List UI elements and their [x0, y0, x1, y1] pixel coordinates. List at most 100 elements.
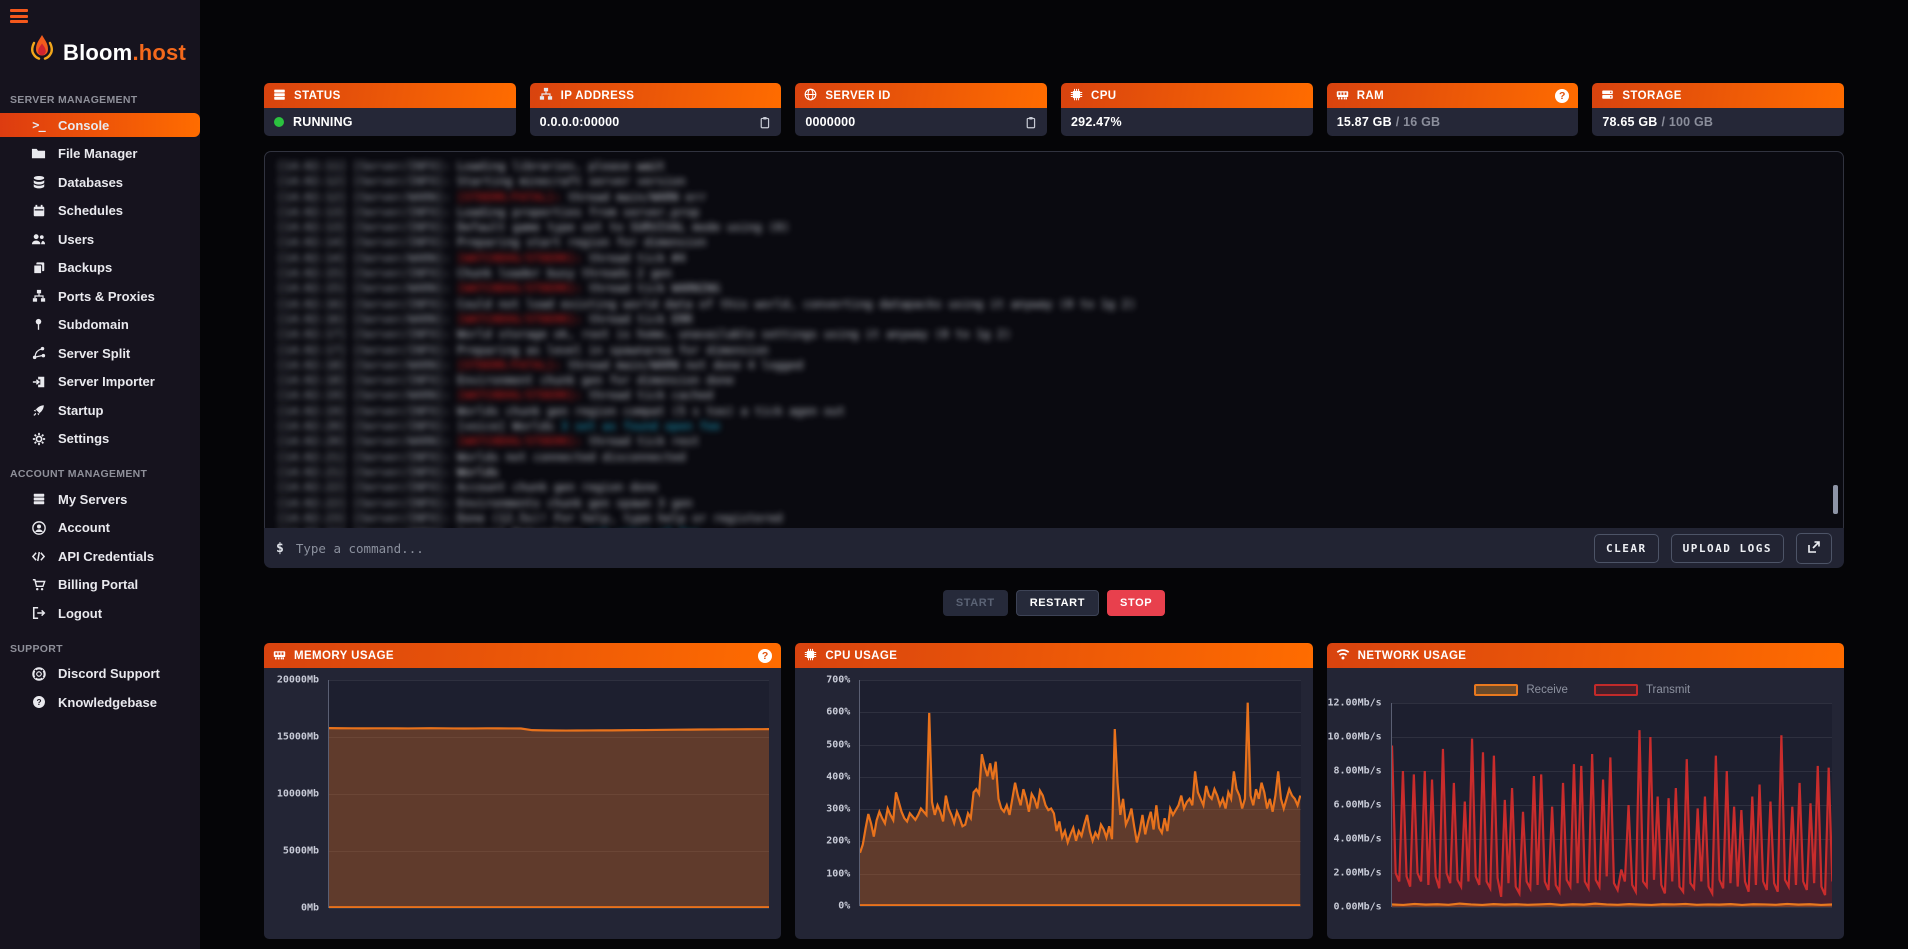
sidebar-item-ports-proxies[interactable]: Ports & Proxies	[0, 284, 200, 308]
card-value: 292.47%	[1061, 108, 1313, 136]
memory-usage-chart: MEMORY USAGE ? 20000Mb15000Mb10000Mb5000…	[264, 643, 781, 939]
sidebar-item-startup[interactable]: Startup	[0, 398, 200, 422]
copy-icon[interactable]	[1024, 116, 1037, 129]
clear-button[interactable]: CLEAR	[1594, 534, 1659, 563]
card-header: STORAGE	[1592, 83, 1844, 108]
card-value: 0.0.0.0:00000	[530, 108, 782, 136]
log-line: [14:02:20] [Server/INFO]: [voice] Worlds…	[277, 419, 1831, 434]
y-tick: 0Mb	[301, 903, 319, 914]
sidebar-item-file-manager[interactable]: File Manager	[0, 142, 200, 166]
network-icon	[539, 87, 553, 104]
y-tick: 2.00Mb/s	[1333, 868, 1381, 879]
y-tick: 4.00Mb/s	[1333, 833, 1381, 844]
console-panel: [14:02:11] [Server/INFO]: Loading librar…	[264, 151, 1844, 568]
sidebar-item-settings[interactable]: Settings	[0, 427, 200, 451]
svg-text:?: ?	[36, 697, 41, 707]
memory-help-icon[interactable]: ?	[758, 649, 772, 663]
import-icon	[30, 373, 47, 390]
log-line: [14:02:22] [Server/INFO]: Account chunk …	[277, 480, 1831, 495]
console-log[interactable]: [14:02:11] [Server/INFO]: Loading librar…	[264, 151, 1844, 528]
console-command-bar: $ CLEAR UPLOAD LOGS	[264, 528, 1844, 568]
database-icon	[30, 174, 47, 191]
y-tick: 12.00Mb/s	[1327, 698, 1381, 709]
terminal-icon: >_	[30, 117, 47, 134]
start-button[interactable]: START	[943, 590, 1008, 616]
card-cpu: CPU292.47%	[1061, 83, 1313, 136]
lifering-icon	[30, 665, 47, 682]
log-line: [14:02:18] [Server/INFO]: Environment ch…	[277, 373, 1831, 388]
y-tick: 10.00Mb/s	[1327, 731, 1381, 742]
legend-receive: Receive	[1474, 684, 1568, 696]
log-line: [14:02:14] [Server/WARN]: [WATCHDOG/STDE…	[277, 251, 1831, 266]
logout-icon	[30, 605, 47, 622]
sidebar-item-server-split[interactable]: Server Split	[0, 341, 200, 365]
card-ip-address: IP ADDRESS0.0.0.0:00000	[530, 83, 782, 136]
sidebar-item-api-credentials[interactable]: API Credentials	[0, 544, 200, 568]
card-ram: RAM?15.87 GB/ 16 GB	[1327, 83, 1579, 136]
y-tick: 6.00Mb/s	[1333, 800, 1381, 811]
y-tick: 8.00Mb/s	[1333, 765, 1381, 776]
sidebar-item-console[interactable]: >_Console	[0, 113, 200, 137]
user-icon	[30, 519, 47, 536]
sidebar-item-discord-support[interactable]: Discord Support	[0, 662, 200, 686]
log-line: [14:02:12] [Server/WARN]: [STDERR/FATAL]…	[277, 190, 1831, 205]
y-tick: 0.00Mb/s	[1333, 902, 1381, 913]
log-line: [14:02:18] [Server/WARN]: [STDERR/FATAL]…	[277, 358, 1831, 373]
y-tick: 300%	[826, 804, 850, 815]
y-tick: 400%	[826, 771, 850, 782]
brand-logo[interactable]: Bloom.host	[0, 0, 200, 81]
console-scrollbar[interactable]	[1833, 485, 1838, 514]
rocket-icon	[30, 402, 47, 419]
console-log-text: [14:02:11] [Server/INFO]: Loading librar…	[277, 159, 1831, 528]
sidebar-item-databases[interactable]: Databases	[0, 170, 200, 194]
chip-icon	[804, 648, 817, 664]
sidebar-item-logout[interactable]: Logout	[0, 601, 200, 625]
wifi-icon	[1336, 647, 1350, 664]
cart-icon	[30, 576, 47, 593]
sidebar-item-schedules[interactable]: Schedules	[0, 199, 200, 223]
split-icon	[30, 345, 47, 362]
card-header: RAM?	[1327, 83, 1579, 108]
log-line: [14:02:11] [Server/INFO]: Loading librar…	[277, 159, 1831, 174]
log-line: [14:02:15] [Server/INFO]: Chunk loader b…	[277, 266, 1831, 281]
drive-icon	[1601, 88, 1614, 104]
sidebar-item-users[interactable]: Users	[0, 227, 200, 251]
sidebar-item-my-servers[interactable]: My Servers	[0, 487, 200, 511]
globe-icon	[804, 88, 817, 104]
upload-logs-button[interactable]: UPLOAD LOGS	[1671, 534, 1784, 563]
question-icon: ?	[30, 694, 47, 711]
card-value: 78.65 GB/ 100 GB	[1592, 108, 1844, 136]
network-usage-chart: NETWORK USAGE Receive Transmit 12.00Mb/s…	[1327, 643, 1844, 939]
sidebar-item-account[interactable]: Account	[0, 516, 200, 540]
legend-transmit: Transmit	[1594, 684, 1690, 696]
log-line: [14:02:21] [Server/INFO]: Worlds	[277, 465, 1831, 480]
section-label: SUPPORT	[0, 630, 200, 662]
command-prompt: $	[276, 541, 284, 556]
command-input[interactable]	[296, 541, 1582, 556]
stop-button[interactable]: STOP	[1107, 590, 1165, 616]
sidebar-item-backups[interactable]: Backups	[0, 256, 200, 280]
y-tick: 200%	[826, 836, 850, 847]
sidebar-item-server-importer[interactable]: Server Importer	[0, 370, 200, 394]
sidebar-item-subdomain[interactable]: Subdomain	[0, 313, 200, 337]
copy-icon[interactable]	[758, 116, 771, 129]
sidebar-item-billing-portal[interactable]: Billing Portal	[0, 573, 200, 597]
card-storage: STORAGE78.65 GB/ 100 GB	[1592, 83, 1844, 136]
card-server-id: SERVER ID0000000	[795, 83, 1047, 136]
y-tick: 0%	[838, 901, 850, 912]
network-usage-plot: Receive Transmit 12.00Mb/s 10.00Mb/s 8.00M…	[1327, 668, 1844, 939]
restart-button[interactable]: RESTART	[1016, 590, 1099, 616]
gear-icon	[30, 430, 47, 447]
charts-row: MEMORY USAGE ? 20000Mb15000Mb10000Mb5000…	[264, 643, 1844, 939]
network-usage-header: NETWORK USAGE	[1327, 643, 1844, 668]
expand-console-button[interactable]	[1796, 533, 1832, 564]
log-line: [14:02:21] [Server/INFO]: Worlds not con…	[277, 450, 1831, 465]
log-line: [14:02:12] [Server/INFO]: Starting minec…	[277, 174, 1831, 189]
server-icon	[273, 88, 286, 104]
menu-toggle-icon[interactable]	[10, 9, 28, 23]
log-line: [14:02:14] [Server/INFO]: Preparing star…	[277, 235, 1831, 250]
log-line: [14:02:20] [Server/WARN]: [WATCHDOG/STDE…	[277, 434, 1831, 449]
help-icon[interactable]: ?	[1555, 89, 1569, 103]
memory-usage-header: MEMORY USAGE ?	[264, 643, 781, 668]
sidebar-item-knowledgebase[interactable]: ?Knowledgebase	[0, 690, 200, 714]
